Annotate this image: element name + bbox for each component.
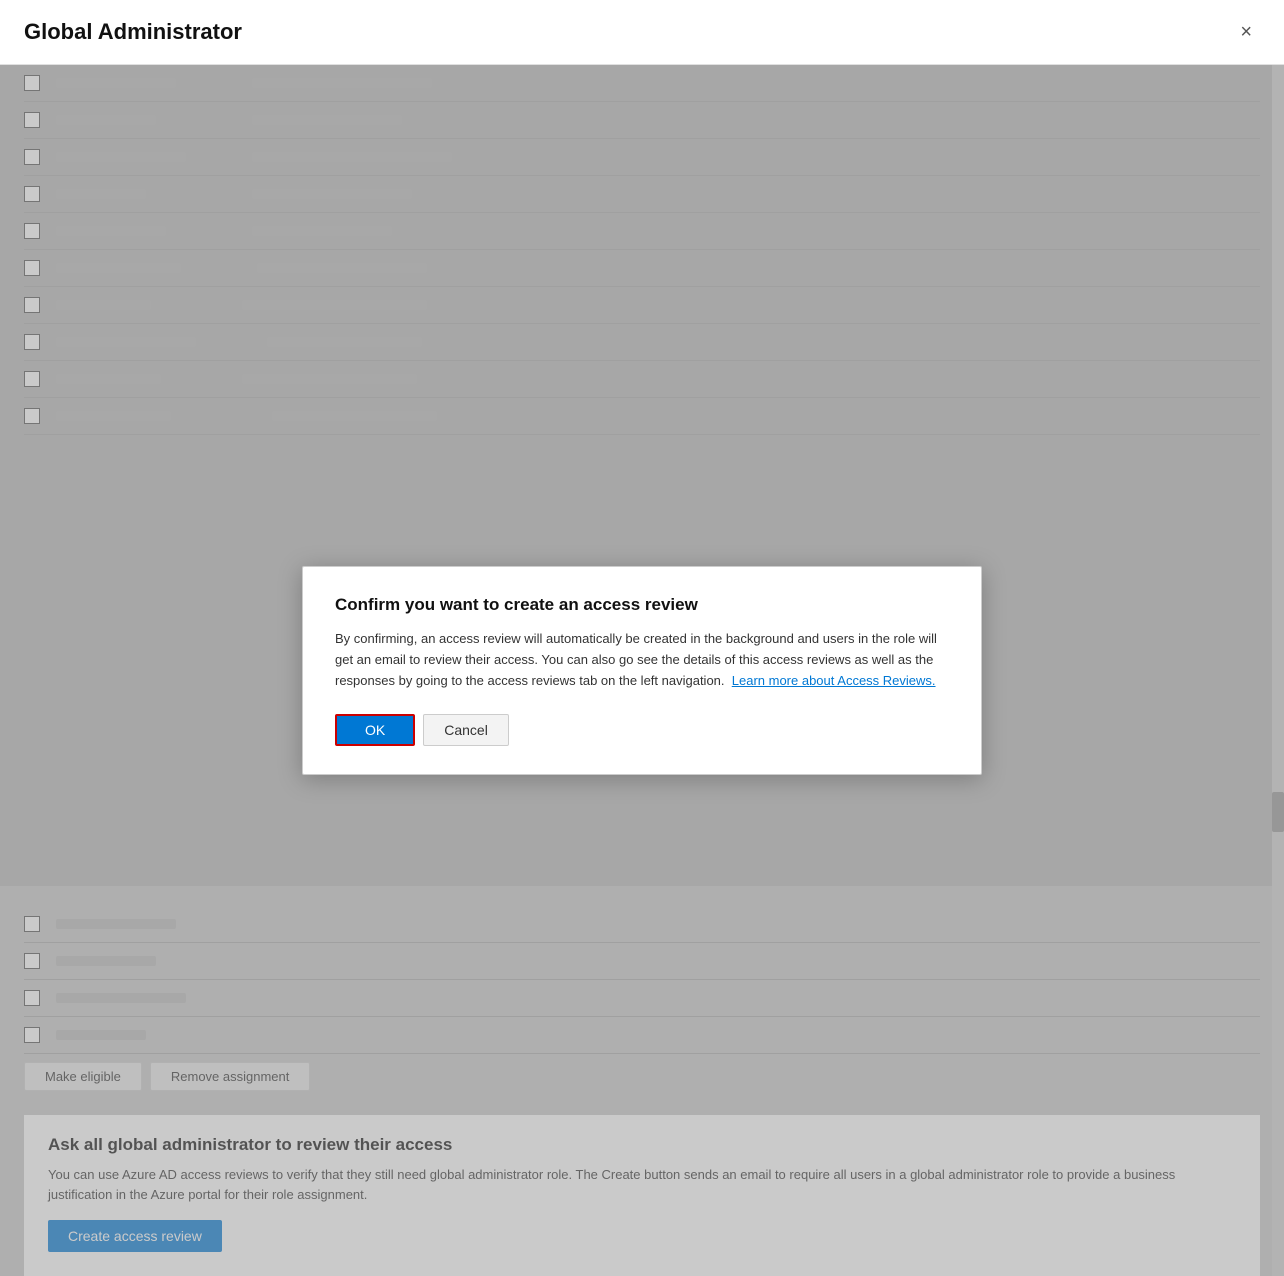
dialog-title: Confirm you want to create an access rev… — [335, 595, 949, 615]
dialog-ok-button[interactable]: OK — [335, 714, 415, 746]
main-panel: Global Administrator × — [0, 0, 1284, 1276]
dialog-actions: OK Cancel — [335, 714, 949, 746]
panel-title: Global Administrator — [24, 19, 242, 45]
dialog-overlay: Confirm you want to create an access rev… — [0, 65, 1284, 1276]
close-button[interactable]: × — [1232, 18, 1260, 46]
content-area: Make eligible Remove assignment Ask all … — [0, 65, 1284, 1276]
dialog-body: By confirming, an access review will aut… — [335, 629, 949, 691]
confirm-dialog: Confirm you want to create an access rev… — [302, 566, 982, 774]
panel-header: Global Administrator × — [0, 0, 1284, 65]
learn-more-link[interactable]: Learn more about Access Reviews. — [732, 673, 936, 688]
dialog-cancel-button[interactable]: Cancel — [423, 714, 509, 746]
